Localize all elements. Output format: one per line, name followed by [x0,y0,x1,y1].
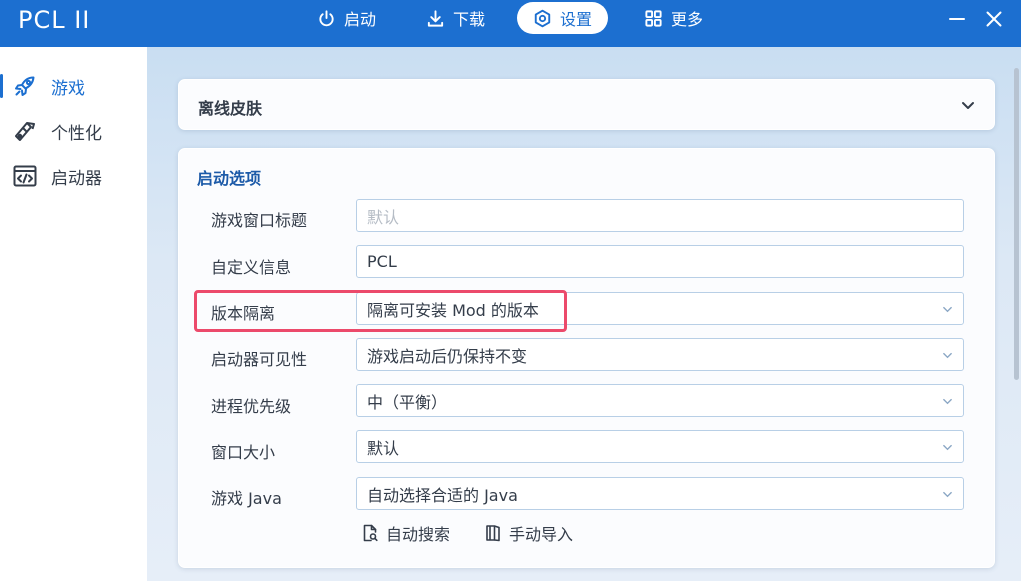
launcher-visibility-label: 启动器可见性 [211,350,308,369]
minimize-button[interactable] [944,6,970,32]
auto-search-label: 自动搜索 [386,525,451,544]
game-java-select[interactable]: 自动选择合适的 Java [356,477,964,510]
process-priority-select[interactable]: 中（平衡） [356,384,964,417]
custom-info-input[interactable]: PCL [356,245,964,278]
nav-download-label: 下载 [453,10,486,29]
select-value: 自动选择合适的 Java [367,485,518,505]
window-title-input[interactable]: 默认 [356,199,964,232]
offline-skin-card[interactable]: 离线皮肤 [178,79,995,130]
nav-more[interactable]: 更多 [628,2,719,34]
chevron-down-icon [943,398,952,405]
nav-more-label: 更多 [671,10,704,29]
settings-hexagon-icon [534,9,551,27]
sidebar-item-label: 个性化 [51,123,102,144]
rocket-icon [15,76,35,96]
card-title: 启动选项 [197,169,262,188]
scrollbar[interactable] [1014,68,1019,380]
grid-icon [645,9,662,27]
minimize-icon [949,18,965,20]
close-button[interactable] [981,6,1007,32]
sidebar: 游戏 个性化 启动器 [0,47,147,581]
title-bar: PCL II 启动 下载 设置 更多 [0,0,1021,47]
nav-download[interactable]: 下载 [410,2,501,34]
file-search-icon [363,524,378,542]
nav-settings[interactable]: 设置 [517,2,609,34]
launch-options-card: 启动选项 游戏窗口标题 默认 自定义信息 PCL 版本隔离 隔离可安装 Mod … [178,148,995,568]
download-icon [427,9,444,27]
sidebar-item-label: 启动器 [51,168,102,189]
nav-launch[interactable]: 启动 [301,2,392,34]
auto-search-button[interactable]: 自动搜索 [361,521,450,545]
code-window-icon [13,165,37,187]
chevron-down-icon [943,491,952,498]
chevron-down-icon[interactable] [960,97,976,113]
palette-icon [15,122,35,141]
sidebar-item-game[interactable]: 游戏 [0,66,147,106]
card-title: 离线皮肤 [198,99,263,118]
app-title: PCL II [18,6,91,34]
chevron-down-icon [943,352,952,359]
sidebar-item-launcher[interactable]: 启动器 [0,156,147,196]
select-value: 默认 [367,438,400,458]
chevron-down-icon [943,306,952,313]
close-icon [986,11,1002,27]
chevron-down-icon [943,444,952,451]
manual-import-label: 手动导入 [509,525,574,544]
custom-info-label: 自定义信息 [211,258,292,277]
highlight-box [194,290,567,332]
launcher-visibility-select[interactable]: 游戏启动后仍保持不变 [356,338,964,371]
game-java-label: 游戏 Java [211,489,282,508]
process-priority-label: 进程优先级 [211,397,292,416]
book-icon [486,525,500,542]
window-title-label: 游戏窗口标题 [211,211,308,230]
sidebar-item-personalize[interactable]: 个性化 [0,111,147,151]
select-value: 游戏启动后仍保持不变 [367,346,528,366]
active-indicator [0,74,3,98]
nav-launch-label: 启动 [344,10,377,29]
manual-import-button[interactable]: 手动导入 [484,521,573,545]
power-icon [319,9,334,26]
select-value: 中（平衡） [367,392,448,412]
sidebar-item-label: 游戏 [51,78,85,99]
window-size-label: 窗口大小 [211,443,276,462]
nav-settings-label: 设置 [560,10,593,29]
window-size-select[interactable]: 默认 [356,430,964,463]
